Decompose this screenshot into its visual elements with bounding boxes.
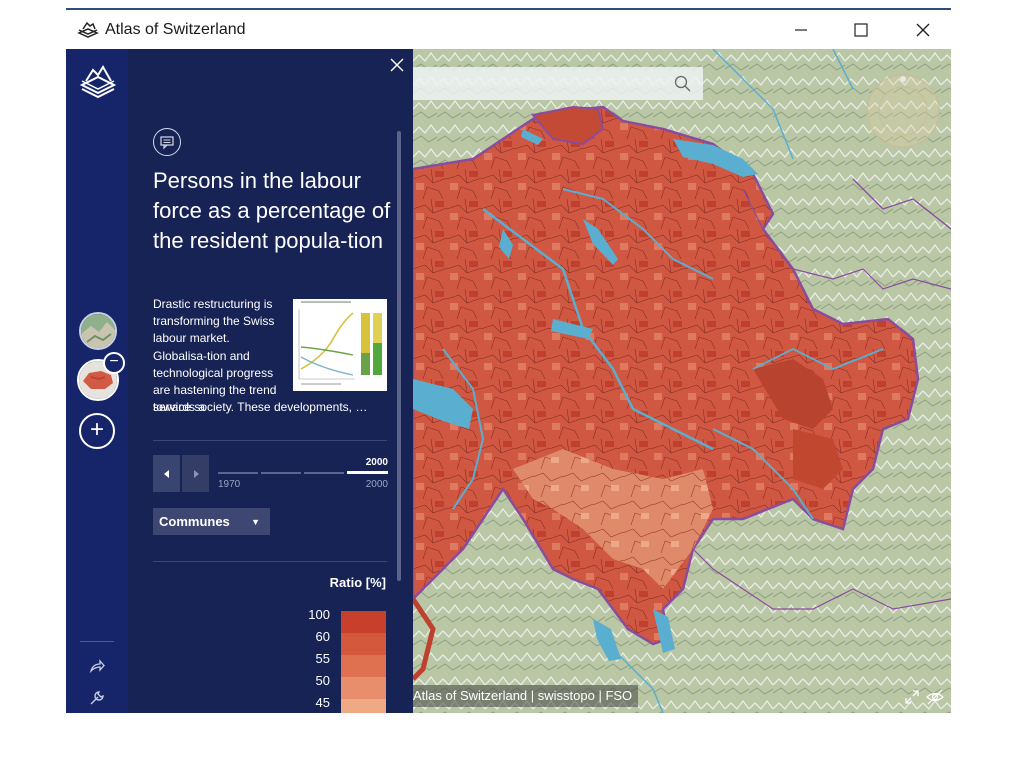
time-stepper <box>153 455 209 492</box>
relief-map-icon <box>81 314 115 348</box>
close-panel-icon[interactable] <box>389 57 405 73</box>
previous-step-button[interactable] <box>153 455 180 492</box>
legend-label: 50 <box>315 673 330 688</box>
time-slider-segment-active[interactable] <box>347 471 388 474</box>
title-bar: Atlas of Switzerland <box>66 10 951 49</box>
add-layer-button[interactable]: + <box>79 413 115 449</box>
time-slider-start-label: 1970 <box>218 479 241 490</box>
fullscreen-icon[interactable] <box>902 687 922 707</box>
app-window: Atlas of Switzerland − + Persons in the … <box>66 8 951 713</box>
time-slider-segment[interactable] <box>304 472 344 474</box>
legend-swatch <box>341 699 386 713</box>
panel-scrollbar[interactable] <box>397 131 401 581</box>
maximize-button[interactable] <box>838 10 884 49</box>
nav-rail: − + <box>66 49 128 713</box>
description-chart-thumbnail[interactable] <box>293 299 387 391</box>
map-search-input[interactable] <box>413 67 703 100</box>
app-icon <box>77 21 99 38</box>
caret-right-icon <box>193 469 199 478</box>
app-content: − + Persons in the labour force as a per… <box>66 49 951 713</box>
section-divider <box>153 561 387 562</box>
remove-layer-button[interactable]: − <box>103 352 125 374</box>
close-icon <box>916 23 930 36</box>
legend-title: Ratio [%] <box>329 575 386 590</box>
map-view[interactable]: Atlas of Switzerland | swisstopo | FSO <box>413 49 951 713</box>
dropdown-caret-icon: ▼ <box>251 517 260 527</box>
compass-icon[interactable] <box>865 73 941 149</box>
search-icon[interactable] <box>674 75 691 92</box>
legend-label: 45 <box>315 695 330 710</box>
legend-label: 55 <box>315 651 330 666</box>
minimize-button[interactable] <box>778 10 824 49</box>
section-divider <box>153 440 387 441</box>
layer-description-more[interactable]: service society. These developments, … <box>153 399 368 416</box>
map-attribution: Atlas of Switzerland | swisstopo | FSO <box>413 685 639 707</box>
share-icon[interactable] <box>88 657 106 675</box>
time-slider-segment[interactable] <box>218 472 258 474</box>
maximize-icon <box>854 22 868 37</box>
time-slider-segment[interactable] <box>261 472 301 474</box>
legend-row: 100 <box>278 607 386 633</box>
map-info-icon <box>153 128 181 156</box>
close-window-button[interactable] <box>900 10 946 49</box>
legend-row: 55 <box>278 651 386 677</box>
hide-icon[interactable] <box>925 687 945 707</box>
atlas-logo-icon[interactable] <box>78 63 118 101</box>
legend-label: 60 <box>315 629 330 644</box>
legend-row: 45 <box>278 695 386 713</box>
rail-divider <box>80 641 114 642</box>
spatial-level-value: Communes <box>159 514 230 529</box>
next-step-button[interactable] <box>182 455 209 492</box>
spatial-level-select[interactable]: Communes ▼ <box>153 508 270 535</box>
basemap-thumbnail[interactable] <box>79 312 117 350</box>
time-slider-current: 2000 <box>365 457 388 468</box>
minimize-icon <box>795 28 807 31</box>
layer-info-panel: Persons in the labour force as a percent… <box>128 49 413 713</box>
legend-row: 60 <box>278 629 386 655</box>
wrench-icon[interactable] <box>88 689 106 707</box>
time-slider[interactable]: 2000 1970 2000 <box>218 455 388 495</box>
caret-left-icon <box>163 469 169 478</box>
time-slider-end-label: 2000 <box>365 479 388 490</box>
window-title: Atlas of Switzerland <box>105 20 246 38</box>
layer-title: Persons in the labour force as a percent… <box>153 168 391 253</box>
legend-label: 100 <box>308 607 330 622</box>
legend-row: 50 <box>278 673 386 699</box>
